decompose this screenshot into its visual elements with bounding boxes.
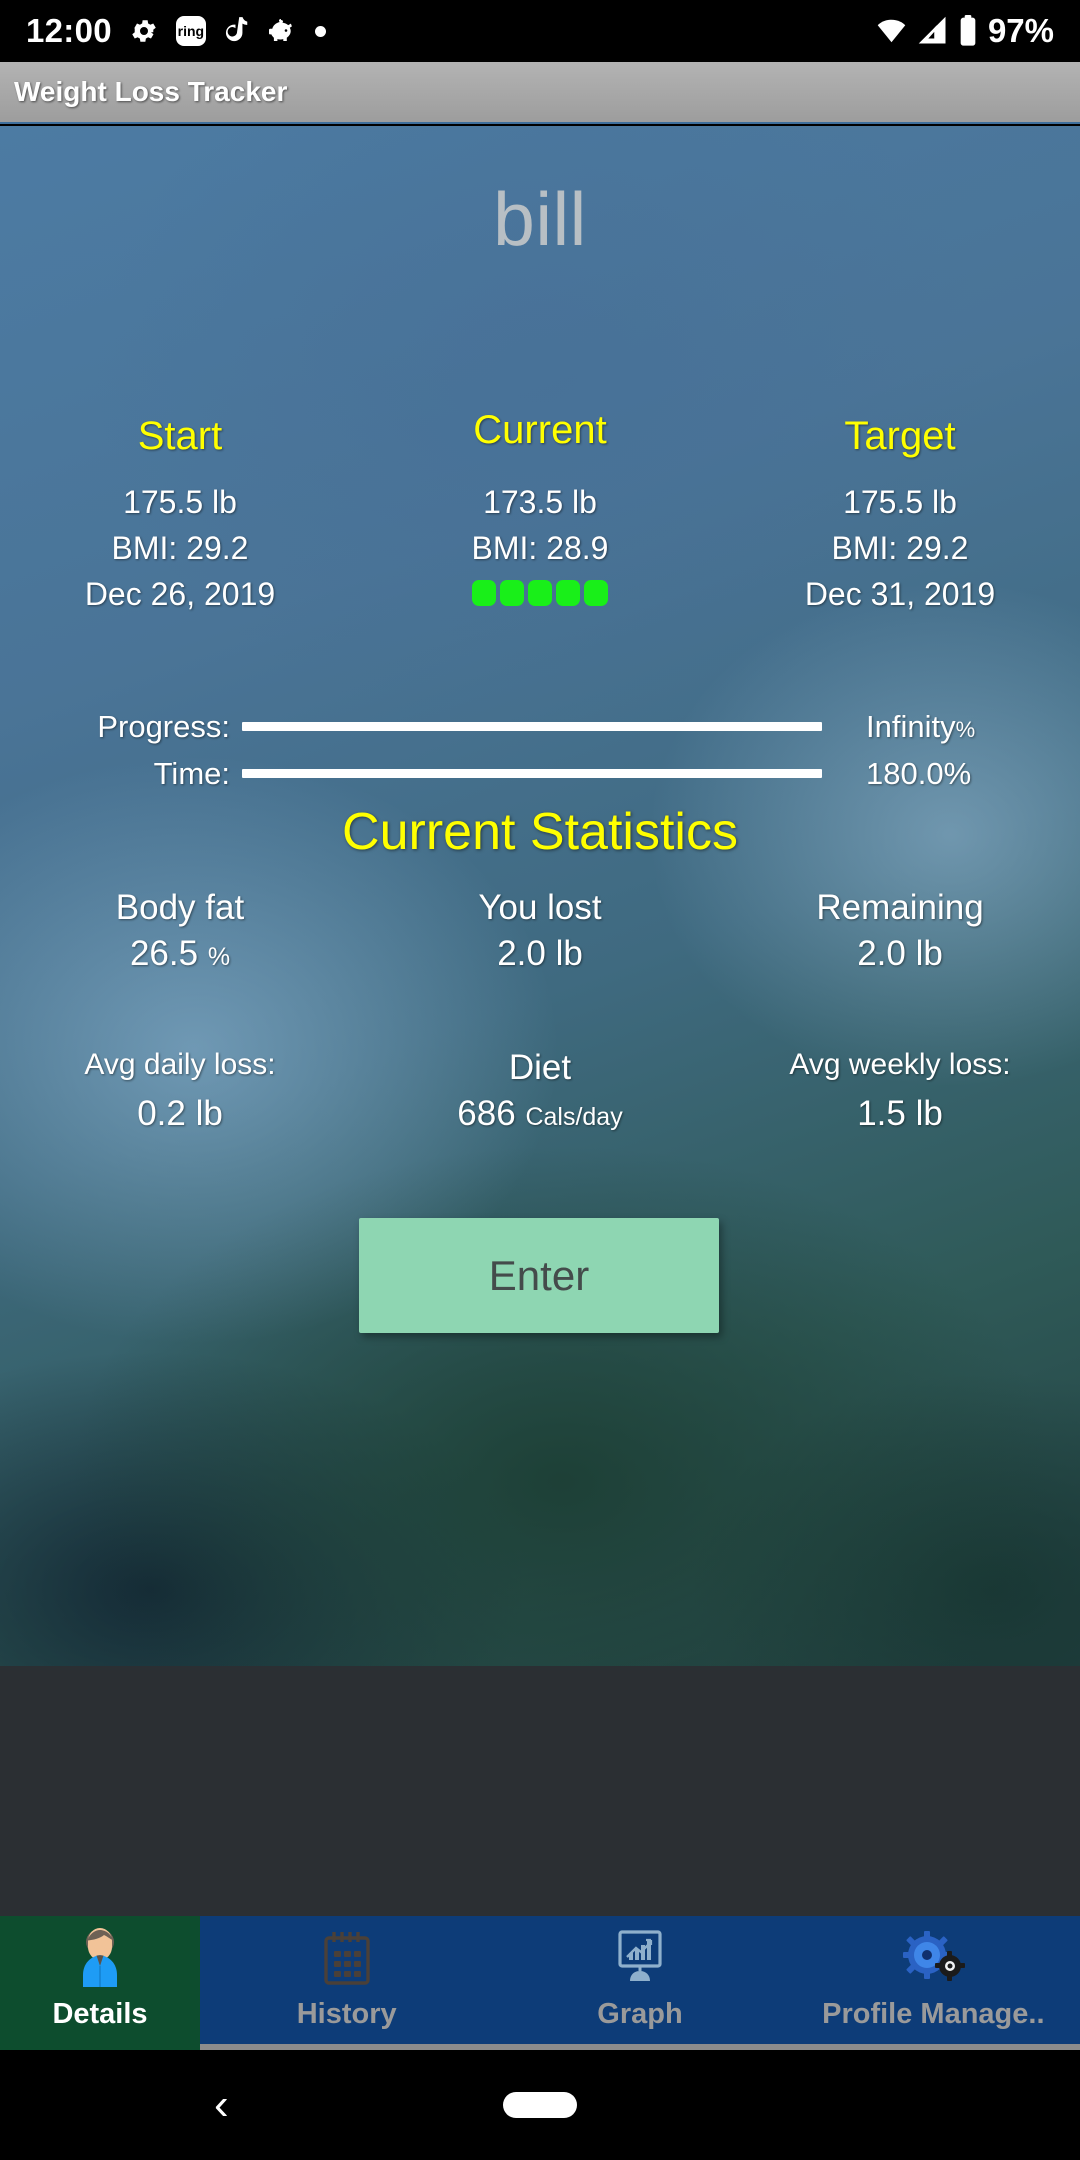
time-bar-row: Time: 180.0% xyxy=(0,750,1080,797)
start-date: Dec 26, 2019 xyxy=(84,576,276,612)
tab-graph-label: Graph xyxy=(597,1998,683,2030)
dot-icon xyxy=(314,25,326,37)
bottom-tab-bar: Details History Graph Profile Manage.. xyxy=(0,1916,1080,2050)
summary-header-row: Start Current Target xyxy=(0,408,1080,459)
status-bar-left: 12:00 ring xyxy=(26,12,326,50)
target-weight: 175.5 lb xyxy=(843,484,957,520)
progress-bars: Progress: Infinity% Time: 180.0% xyxy=(0,703,1080,797)
progress-bar-track xyxy=(242,708,822,746)
diet-value: 686 Cals/day xyxy=(457,1094,623,1133)
tab-profile-management[interactable]: Profile Manage.. xyxy=(786,1916,1080,2050)
body-fat-label: Body fat xyxy=(115,888,245,927)
tab-details-label: Details xyxy=(52,1998,148,2030)
enter-button[interactable]: Enter xyxy=(359,1218,719,1333)
target-bmi: BMI: 29.2 xyxy=(831,530,969,566)
profile-name: bill xyxy=(493,177,587,261)
you-lost-value: 2.0 lb xyxy=(497,934,583,973)
summary-col-current: Current xyxy=(360,408,720,459)
status-bar: 12:00 ring 97% xyxy=(0,0,1080,62)
time-percent: 180.0% xyxy=(866,755,972,791)
app-title-bar: Weight Loss Tracker xyxy=(0,62,1080,124)
summary-col-target: Target xyxy=(720,414,1080,459)
current-weight: 173.5 lb xyxy=(483,484,597,520)
avg-daily-loss-label: Avg daily loss: xyxy=(84,1048,276,1081)
stats-row2-labels: Avg daily loss: Diet Avg weekly loss: xyxy=(0,1048,1080,1088)
start-weight: 175.5 lb xyxy=(123,484,237,520)
tab-details[interactable]: Details xyxy=(0,1916,200,2050)
status-bar-right: 97% xyxy=(875,12,1054,50)
summary-weight-row: 175.5 lb 173.5 lb 175.5 lb xyxy=(0,484,1080,521)
progress-label: Progress: xyxy=(97,708,230,744)
summary-date-row: Dec 26, 2019 Dec 31, 2019 xyxy=(0,576,1080,613)
tab-graph[interactable]: Graph xyxy=(493,1916,787,2050)
start-bmi: BMI: 29.2 xyxy=(111,530,249,566)
cellular-signal-icon xyxy=(918,16,948,46)
status-bar-clock: 12:00 xyxy=(26,12,112,49)
you-lost-label: You lost xyxy=(478,888,602,927)
back-button-icon[interactable]: ‹ xyxy=(214,2083,229,2127)
calendar-icon xyxy=(319,1926,375,1992)
indicator-dot xyxy=(500,580,524,606)
ring-app-icon: ring xyxy=(175,16,206,46)
phone-screen: 12:00 ring 97% Weight Loss Tracker bill … xyxy=(0,0,1080,2160)
time-bar-track xyxy=(242,755,822,793)
progress-percent: Infinity% xyxy=(866,708,976,744)
start-header: Start xyxy=(137,414,223,458)
monitor-chart-icon xyxy=(611,1926,669,1992)
gear-icon xyxy=(129,16,159,46)
body-fat-value: 26.5 % xyxy=(129,934,231,973)
battery-percent-label: 97% xyxy=(987,12,1054,49)
gears-icon xyxy=(901,1926,966,1992)
indicator-dot xyxy=(472,580,496,606)
tab-history[interactable]: History xyxy=(200,1916,494,2050)
current-header: Current xyxy=(473,408,607,452)
home-pill-icon[interactable] xyxy=(503,2092,577,2118)
summary-col-start: Start xyxy=(0,414,360,459)
indicator-dot xyxy=(528,580,552,606)
remaining-label: Remaining xyxy=(816,888,984,927)
app-title: Weight Loss Tracker xyxy=(14,76,288,107)
progress-bar-fill xyxy=(242,722,822,731)
piggy-bank-icon xyxy=(266,16,298,46)
avg-weekly-loss-label: Avg weekly loss: xyxy=(789,1048,1011,1081)
progress-indicator-dots xyxy=(360,580,720,606)
system-navigation-bar: ‹ xyxy=(0,2050,1080,2160)
time-label: Time: xyxy=(153,755,230,791)
wifi-icon xyxy=(875,16,908,46)
tiktok-icon xyxy=(223,16,249,46)
progress-bar-row: Progress: Infinity% xyxy=(0,703,1080,750)
current-statistics-title: Current Statistics xyxy=(342,803,738,861)
summary-bmi-row: BMI: 29.2 BMI: 28.9 BMI: 29.2 xyxy=(0,530,1080,567)
indicator-dot xyxy=(584,580,608,606)
tab-history-label: History xyxy=(296,1998,397,2030)
content-filler xyxy=(0,1666,1080,1916)
tab-profile-management-label: Profile Manage.. xyxy=(822,1998,1045,2030)
stats-row2-values: 0.2 lb 686 Cals/day 1.5 lb xyxy=(0,1094,1080,1134)
avg-daily-loss-value: 0.2 lb xyxy=(137,1094,223,1133)
indicator-dot xyxy=(556,580,580,606)
battery-icon xyxy=(958,15,978,47)
diet-label: Diet xyxy=(508,1048,572,1087)
stats-row1-labels: Body fat You lost Remaining xyxy=(0,888,1080,928)
current-bmi: BMI: 28.9 xyxy=(471,530,609,566)
target-date: Dec 31, 2019 xyxy=(804,576,996,612)
app-content: bill Start Current Target 175.5 lb 173.5… xyxy=(0,126,1080,1666)
remaining-value: 2.0 lb xyxy=(857,934,943,973)
avg-weekly-loss-value: 1.5 lb xyxy=(857,1094,943,1133)
person-avatar-icon xyxy=(70,1926,130,1992)
stats-row1-values: 26.5 % 2.0 lb 2.0 lb xyxy=(0,934,1080,974)
target-header: Target xyxy=(844,414,956,458)
time-bar-fill xyxy=(242,769,822,778)
